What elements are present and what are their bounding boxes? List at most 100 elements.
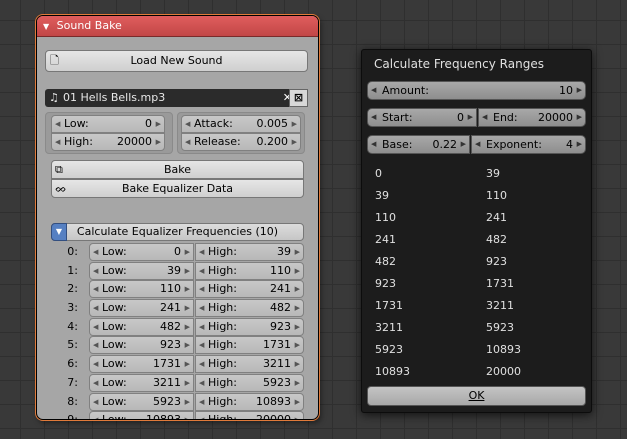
bake-equalizer-button[interactable]: ᨖ Bake Equalizer Data bbox=[51, 179, 304, 198]
row-high-field[interactable]: ◀ High: 923 ▶ bbox=[195, 317, 304, 336]
row-low-field[interactable]: ◀ Low: 5923 ▶ bbox=[89, 392, 194, 411]
range-end: 241 bbox=[486, 211, 507, 224]
range-start: 110 bbox=[375, 211, 396, 224]
row-high-field[interactable]: ◀ High: 3211 ▶ bbox=[195, 355, 304, 374]
load-new-sound-button[interactable]: 🗋 Load New Sound bbox=[45, 50, 308, 72]
row-index: 7: bbox=[67, 375, 78, 389]
row-high-field[interactable]: ◀ High: 1731 ▶ bbox=[195, 336, 304, 355]
row-low-field[interactable]: ◀ Low: 3211 ▶ bbox=[89, 373, 194, 392]
row-index: 0: bbox=[67, 245, 78, 258]
copy-icon: ⧉ bbox=[55, 163, 63, 176]
row-low-field[interactable]: ◀ Low: 923 ▶ bbox=[89, 336, 194, 355]
range-row: 482 923 bbox=[375, 252, 585, 274]
row-high-field[interactable]: ◀ High: 482 ▶ bbox=[195, 299, 304, 318]
range-row: 3211 5923 bbox=[375, 318, 585, 340]
high-field[interactable]: ◀ High: 20000 ▶ bbox=[51, 133, 165, 151]
remove-sound-button[interactable]: ⊠ bbox=[289, 89, 308, 107]
row-high-label: High: bbox=[208, 319, 237, 333]
row-low-value: 241 bbox=[160, 301, 181, 315]
row-high-field[interactable]: ◀ High: 10893 ▶ bbox=[195, 392, 304, 411]
row-high-value: 5923 bbox=[263, 375, 291, 389]
range-end: 1731 bbox=[486, 277, 514, 290]
close-icon: ⊠ bbox=[293, 91, 304, 104]
node-title: Sound Bake bbox=[56, 19, 122, 32]
range-row: 110 241 bbox=[375, 208, 585, 230]
base-field[interactable]: ◀ Base: 0.22 ▶ bbox=[367, 135, 470, 154]
attack-field[interactable]: ◀ Attack: 0.005 ▶ bbox=[181, 115, 301, 133]
calculate-equalizer-button[interactable]: Calculate Equalizer Frequencies (10) bbox=[51, 223, 304, 241]
range-end: 10893 bbox=[486, 343, 521, 356]
row-high-field[interactable]: ◀ High: 5923 ▶ bbox=[195, 373, 304, 392]
row-low-field[interactable]: ◀ Low: 241 ▶ bbox=[89, 299, 194, 318]
row-high-label: High: bbox=[208, 245, 237, 258]
release-field[interactable]: ◀ Release: 0.200 ▶ bbox=[181, 133, 301, 151]
row-low-label: Low: bbox=[102, 245, 127, 258]
calculate-frequency-ranges-popup: Calculate Frequency Ranges ◀ Amount: 10 ▶ … bbox=[361, 49, 592, 413]
range-row: 923 1731 bbox=[375, 274, 585, 296]
row-low-field[interactable]: ◀ Low: 110 ▶ bbox=[89, 280, 194, 299]
range-start: 3211 bbox=[375, 321, 403, 334]
equalizer-row: 2: ◀ Low: 110 ▶ ◀ High: 241 ▶ bbox=[45, 280, 310, 299]
bake-button[interactable]: ⧉ Bake bbox=[51, 160, 304, 179]
equalizer-row: 5: ◀ Low: 923 ▶ ◀ High: 1731 ▶ bbox=[45, 336, 310, 355]
range-start: 1731 bbox=[375, 299, 403, 312]
row-low-value: 39 bbox=[167, 263, 181, 277]
row-low-field[interactable]: ◀ Low: 482 ▶ bbox=[89, 317, 194, 336]
row-high-label: High: bbox=[208, 263, 237, 277]
row-index: 2: bbox=[67, 282, 78, 296]
end-field[interactable]: ◀ End: 20000 ▶ bbox=[478, 108, 586, 127]
row-high-value: 39 bbox=[277, 245, 291, 258]
start-field[interactable]: ◀ Start: 0 ▶ bbox=[367, 108, 477, 127]
row-high-label: High: bbox=[208, 375, 237, 389]
equalizer-row: 7: ◀ Low: 3211 ▶ ◀ High: 5923 ▶ bbox=[45, 373, 310, 393]
row-high-value: 241 bbox=[270, 282, 291, 296]
row-low-value: 1731 bbox=[153, 357, 181, 371]
exponent-field[interactable]: ◀ Exponent: 4 ▶ bbox=[471, 135, 586, 154]
equalizer-row: 3: ◀ Low: 241 ▶ ◀ High: 482 ▶ bbox=[45, 299, 310, 318]
row-low-field[interactable]: ◀ Low: 0 ▶ bbox=[89, 243, 194, 261]
range-row: 0 39 bbox=[375, 164, 585, 186]
row-index: 4: bbox=[67, 319, 78, 333]
row-low-field[interactable]: ◀ Low: 39 ▶ bbox=[89, 261, 194, 280]
row-low-value: 0 bbox=[174, 245, 181, 258]
bake-label: Bake bbox=[163, 163, 192, 176]
row-high-value: 3211 bbox=[263, 357, 291, 371]
ok-button[interactable]: OK bbox=[367, 386, 586, 406]
row-high-label: High: bbox=[208, 357, 237, 371]
row-low-label: Low: bbox=[102, 301, 127, 315]
expand-triangle-icon[interactable]: ▼ bbox=[51, 223, 67, 241]
equalizer-rows: 0: ◀ Low: 0 ▶ ◀ High: 39 ▶ 1: ◀ Low: 39 ▶ ◀ High: 110 ▶ 2:… bbox=[45, 243, 310, 419]
range-start: 0 bbox=[375, 167, 382, 180]
node-header[interactable]: ▼ Sound Bake bbox=[37, 16, 318, 37]
row-high-field[interactable]: ◀ High: 39 ▶ bbox=[195, 243, 304, 261]
row-high-value: 923 bbox=[270, 319, 291, 333]
low-field[interactable]: ◀ Low: 0 ▶ bbox=[51, 115, 165, 133]
file-icon: 🗋 bbox=[50, 54, 59, 67]
row-low-label: Low: bbox=[102, 357, 127, 371]
range-row: 1731 3211 bbox=[375, 296, 585, 318]
row-low-value: 110 bbox=[160, 282, 181, 296]
range-end: 5923 bbox=[486, 321, 514, 334]
range-end: 20000 bbox=[486, 365, 521, 378]
row-high-field[interactable]: ◀High:20000▶ bbox=[195, 411, 304, 419]
range-end: 110 bbox=[486, 189, 507, 202]
row-high-field[interactable]: ◀ High: 110 ▶ bbox=[195, 261, 304, 280]
equalizer-row: 9:◀Low:10893▶◀High:20000▶ bbox=[45, 411, 310, 419]
range-end: 39 bbox=[486, 167, 500, 180]
ok-label: OK bbox=[468, 389, 485, 402]
range-end: 923 bbox=[486, 255, 507, 268]
amount-field[interactable]: ◀ Amount: 10 ▶ bbox=[367, 81, 586, 100]
collapse-arrow-icon[interactable]: ▼ bbox=[43, 17, 49, 37]
row-low-value: 482 bbox=[160, 319, 181, 333]
music-note-icon: ♫ bbox=[49, 91, 59, 104]
load-new-sound-label: Load New Sound bbox=[130, 54, 223, 67]
row-low-label: Low: bbox=[102, 282, 127, 296]
row-low-field[interactable]: ◀ Low: 1731 ▶ bbox=[89, 355, 194, 374]
row-high-field[interactable]: ◀ High: 241 ▶ bbox=[195, 280, 304, 299]
row-high-value: 10893 bbox=[256, 394, 291, 408]
sound-file-field[interactable]: ♫ 01 Hells Bells.mp3 ✕ bbox=[45, 89, 298, 107]
equalizer-row: 0: ◀ Low: 0 ▶ ◀ High: 39 ▶ bbox=[45, 243, 310, 262]
bake-equalizer-label: Bake Equalizer Data bbox=[121, 182, 234, 195]
sound-bake-node[interactable]: ▼ Sound Bake 🗋 Load New Sound ♫ 01 Hells… bbox=[36, 15, 319, 420]
row-low-field[interactable]: ◀Low:10893▶ bbox=[89, 411, 194, 419]
